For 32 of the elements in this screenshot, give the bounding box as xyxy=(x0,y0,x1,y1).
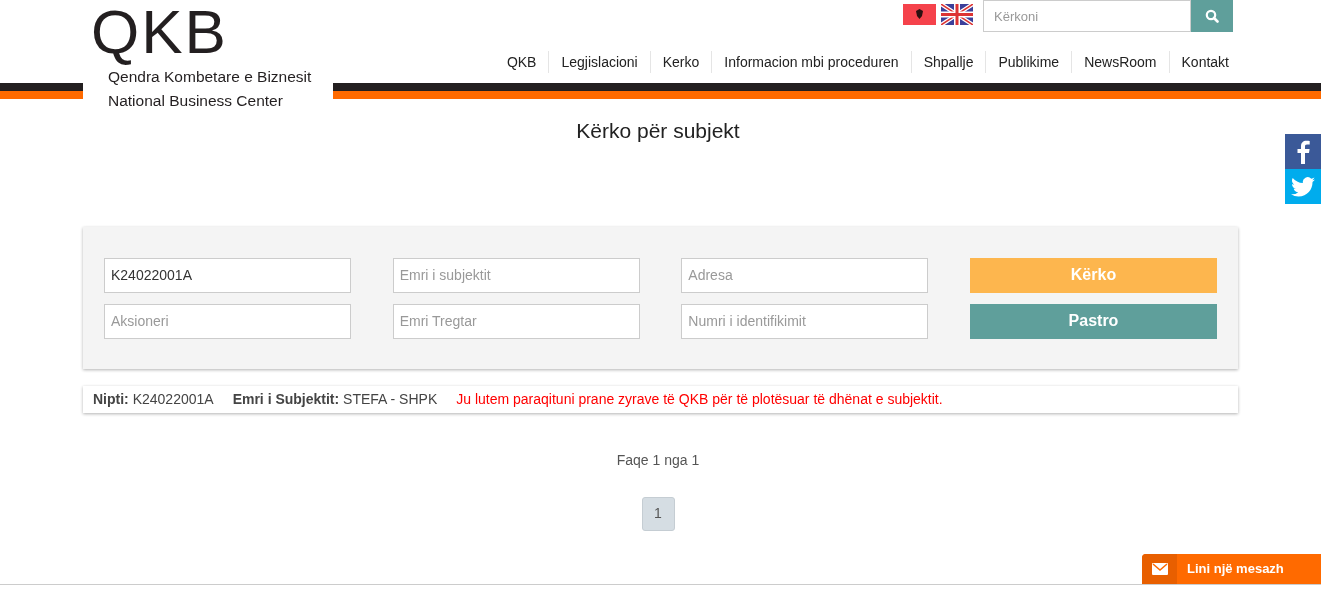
input-field[interactable]: K24022001A xyxy=(104,257,351,293)
search-field[interactable]: Kërkoni xyxy=(983,0,1191,32)
nav-link[interactable]: Informacion mbi proceduren xyxy=(711,51,911,73)
page-title: Kërko për subjekt xyxy=(575,118,741,144)
nav-link[interactable]: Kontakt xyxy=(1168,51,1241,73)
input-field[interactable]: Adresa xyxy=(681,257,929,293)
nav-link[interactable]: QKB xyxy=(494,51,549,73)
nav-link[interactable]: NewsRoom xyxy=(1071,51,1169,73)
facebook-button[interactable] xyxy=(1285,134,1321,169)
uk-flag-icon[interactable] xyxy=(941,4,973,25)
page-summary: Faqe 1 nga 1 xyxy=(615,450,701,470)
logo-text: QKB xyxy=(91,0,228,64)
nav-link[interactable]: Kerko xyxy=(649,51,712,73)
input-field[interactable]: Aksioneri xyxy=(104,303,351,339)
facebook-icon xyxy=(1296,139,1310,164)
input-field[interactable]: Emri i subjektit xyxy=(392,257,640,293)
nav-link[interactable]: Legjislacioni xyxy=(548,51,650,73)
search-button[interactable] xyxy=(1191,0,1233,32)
bird-icon xyxy=(1291,176,1315,197)
nav-link[interactable]: Shpallje xyxy=(910,51,986,73)
search-icon xyxy=(1205,9,1219,23)
logo-subtitle: National Business Center xyxy=(108,91,284,111)
result-text: Nipti: K24022001A xyxy=(93,389,214,409)
input-field[interactable]: Numri i identifikimit xyxy=(681,303,929,339)
input-field[interactable]: Emri Tregtar xyxy=(392,303,640,339)
result-text: Emri i Subjektit: STEFA - SHPK xyxy=(232,389,438,409)
nav-link[interactable]: Publikime xyxy=(985,51,1072,73)
page-button[interactable]: 1 xyxy=(641,496,675,531)
logo-subtitle: Qendra Kombetare e Biznesit xyxy=(108,67,313,87)
albanian-flag-icon[interactable] xyxy=(903,4,936,25)
result-message: Ju lutem paraqituni prane zyrave të QKB për të plotësuar të dhënat e subjektit. xyxy=(456,389,943,409)
envelope-icon xyxy=(1151,563,1168,575)
